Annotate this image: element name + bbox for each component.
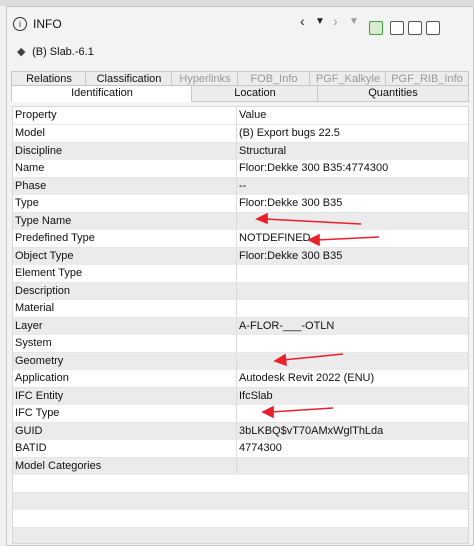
arrow-type-name-head bbox=[255, 212, 268, 225]
arrow-ifc-type bbox=[270, 407, 334, 413]
info-panel: i INFO ‹ ▼ › ▼ ◆ (B) Slab.-6.1 Relations… bbox=[6, 6, 474, 546]
arrow-predefined-type bbox=[316, 236, 380, 241]
annotation-arrows bbox=[255, 212, 380, 419]
arrow-geometry bbox=[282, 353, 344, 361]
arrow-type-name bbox=[264, 218, 362, 225]
arrow-predefined-type-head bbox=[307, 233, 320, 247]
arrow-geometry-head bbox=[273, 353, 287, 367]
arrow-ifc-type-head bbox=[261, 405, 274, 419]
